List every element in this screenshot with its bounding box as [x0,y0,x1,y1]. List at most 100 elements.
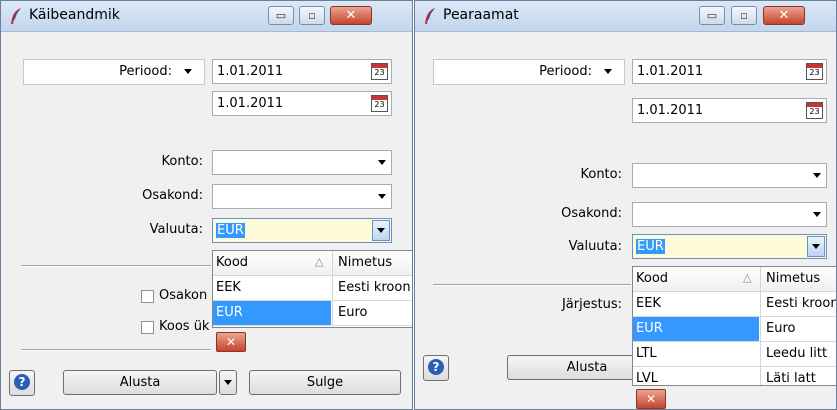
column-header-kood[interactable]: Kood [216,255,248,270]
help-button[interactable]: ? [9,370,35,396]
jarjestus-label: Järjestus: [561,297,622,312]
dropdown-footer: ✕ [212,328,412,356]
dropdown-close-button[interactable]: ✕ [636,389,666,409]
period-label: Periood: [539,64,592,79]
period-selector[interactable]: Periood: [433,59,625,85]
valuuta-dropdown-list[interactable]: Kood △ Nimetus EEK Eesti kroon EUR Euro [212,250,412,328]
pearaamat-window: Pearaamat ▭ ▫ ✕ Periood: 1.01.2011 23 1.… [414,0,837,410]
valuuta-combo[interactable]: EUR [632,234,827,259]
close-dialog-button[interactable]: Sulge [249,370,401,395]
window-title: Pearaamat [443,7,519,23]
maximize-icon: ▫ [308,9,316,22]
konto-label: Konto: [161,154,203,169]
maximize-button[interactable]: ▫ [731,6,757,25]
date-from-value: 1.01.2011 [217,64,284,79]
list-item[interactable]: EEK Eesti kroon [213,276,412,301]
sort-asc-icon: △ [743,271,752,284]
app-feather-icon [425,8,435,24]
column-header-nimetus[interactable]: Nimetus [338,255,392,270]
calendar-icon[interactable]: 23 [371,63,388,80]
close-icon: ✕ [225,335,237,349]
date-from-value: 1.01.2011 [637,64,704,79]
osakond-combo[interactable] [212,184,392,209]
list-item[interactable]: LTL Leedu litt [633,342,836,367]
close-icon: ✕ [345,8,357,23]
chevron-down-icon [604,69,612,74]
chevron-down-icon [378,160,386,165]
close-button[interactable]: ✕ [763,6,805,25]
period-selector[interactable]: Periood: [23,59,205,85]
chevron-down-icon [813,212,821,217]
dropdown-header: Kood △ Nimetus [633,267,836,292]
valuuta-dropdown-list[interactable]: Kood △ Nimetus EEK Eesti kroon EUR Euro … [632,266,836,386]
calendar-icon[interactable]: 23 [806,102,823,119]
osakond-checkbox-label: Osakon [159,288,208,303]
window-title: Käibeandmik [29,7,120,23]
date-to-field[interactable]: 1.01.2011 23 [212,91,392,116]
date-to-value: 1.01.2011 [217,96,284,111]
period-label: Periood: [119,64,172,79]
chevron-down-icon [813,173,821,178]
koos-checkbox[interactable] [141,321,154,334]
minimize-icon: ▭ [706,9,718,22]
osakond-label: Osakond: [561,206,622,221]
help-icon: ? [14,374,30,390]
osakond-combo[interactable] [632,202,827,227]
valuuta-dropdown-button[interactable] [807,236,825,257]
separator [21,349,211,351]
minimize-button[interactable]: ▭ [699,6,725,25]
column-header-nimetus[interactable]: Nimetus [766,271,820,286]
chevron-down-icon [378,194,386,199]
konto-label: Konto: [580,167,622,182]
maximize-icon: ▫ [740,9,748,22]
close-button[interactable]: ✕ [330,6,372,25]
sort-asc-icon: △ [315,255,324,268]
chevron-down-icon [812,244,820,249]
date-to-field[interactable]: 1.01.2011 23 [632,98,827,123]
kaibeandmik-window: Käibeandmik ▭ ▫ ✕ Periood: 1.01.2011 23 … [0,0,413,410]
date-to-value: 1.01.2011 [637,103,704,118]
valuuta-combo[interactable]: EUR [212,218,392,243]
separator [21,265,211,267]
chevron-down-icon [377,228,385,233]
dropdown-close-button[interactable]: ✕ [216,332,246,352]
maximize-button[interactable]: ▫ [299,6,325,25]
separator [433,284,631,286]
valuuta-value: EUR [216,223,245,238]
help-icon: ? [428,359,444,375]
chevron-down-icon [224,380,232,385]
list-item[interactable]: EEK Eesti kroon [633,292,836,317]
valuuta-dropdown-button[interactable] [372,220,390,241]
close-icon: ✕ [778,8,790,23]
konto-combo[interactable] [212,150,392,175]
column-divider [760,267,761,385]
list-item-selected[interactable]: EUR Euro [213,301,412,326]
start-button[interactable]: Alusta [63,370,217,395]
date-from-field[interactable]: 1.01.2011 23 [212,59,392,84]
app-feather-icon [11,8,21,24]
close-icon: ✕ [645,392,657,406]
dropdown-footer: ✕ [632,386,836,409]
chevron-down-icon [184,69,192,74]
dropdown-header: Kood △ Nimetus [213,251,412,276]
help-button[interactable]: ? [423,355,449,381]
osakond-checkbox[interactable] [141,290,154,303]
konto-combo[interactable] [632,163,827,188]
valuuta-label: Valuuta: [149,222,203,237]
column-divider [332,251,333,327]
start-options-button[interactable] [219,370,237,395]
valuuta-label: Valuuta: [568,239,622,254]
calendar-icon[interactable]: 23 [371,95,388,112]
valuuta-value: EUR [636,239,665,254]
column-header-kood[interactable]: Kood [636,271,668,286]
title-bar[interactable]: Pearaamat ▭ ▫ ✕ [415,1,836,32]
koos-checkbox-label: Koos ük [159,319,210,334]
osakond-label: Osakond: [142,188,203,203]
calendar-icon[interactable]: 23 [806,63,823,80]
minimize-icon: ▭ [275,9,287,22]
list-item-selected[interactable]: EUR Euro [633,317,836,342]
title-bar[interactable]: Käibeandmik ▭ ▫ ✕ [1,1,412,32]
date-from-field[interactable]: 1.01.2011 23 [632,59,827,84]
minimize-button[interactable]: ▭ [268,6,294,25]
list-item[interactable]: LVL Läti latt [633,367,836,385]
